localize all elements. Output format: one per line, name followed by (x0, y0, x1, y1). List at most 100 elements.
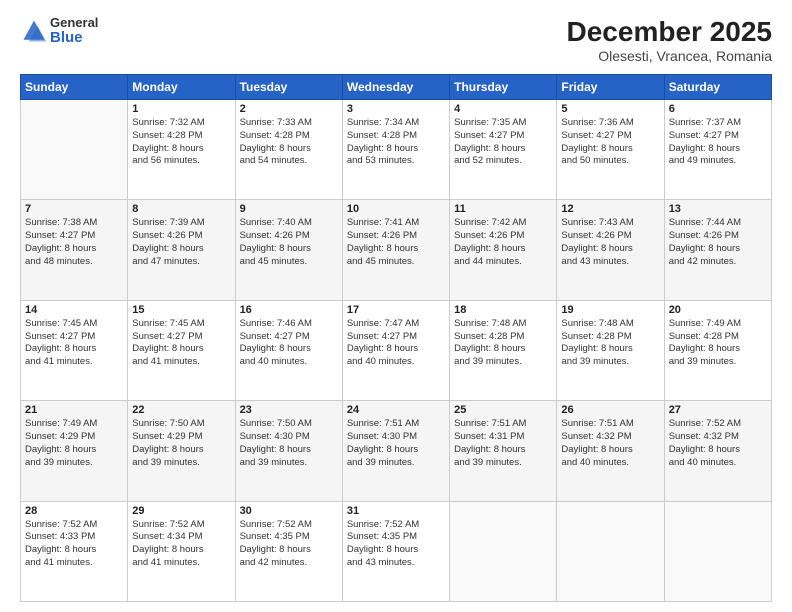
day-info: Sunrise: 7:50 AM Sunset: 4:30 PM Dayligh… (240, 418, 338, 469)
day-number: 10 (347, 203, 445, 215)
day-info: Sunrise: 7:44 AM Sunset: 4:26 PM Dayligh… (669, 217, 767, 268)
day-info: Sunrise: 7:51 AM Sunset: 4:30 PM Dayligh… (347, 418, 445, 469)
day-info: Sunrise: 7:52 AM Sunset: 4:33 PM Dayligh… (25, 519, 123, 570)
calendar-cell: 11 Sunrise: 7:42 AM Sunset: 4:26 PM Dayli… (450, 200, 557, 300)
day-number: 27 (669, 404, 767, 416)
day-number: 31 (347, 505, 445, 517)
day-info: Sunrise: 7:38 AM Sunset: 4:27 PM Dayligh… (25, 217, 123, 268)
calendar-week-row: 14 Sunrise: 7:45 AM Sunset: 4:27 PM Dayli… (21, 300, 772, 400)
day-number: 15 (132, 304, 230, 316)
calendar-cell: 22 Sunrise: 7:50 AM Sunset: 4:29 PM Dayli… (128, 401, 235, 501)
calendar-cell: 18 Sunrise: 7:48 AM Sunset: 4:28 PM Dayli… (450, 300, 557, 400)
day-number: 18 (454, 304, 552, 316)
day-number: 16 (240, 304, 338, 316)
calendar-cell: 14 Sunrise: 7:45 AM Sunset: 4:27 PM Dayli… (21, 300, 128, 400)
day-info: Sunrise: 7:50 AM Sunset: 4:29 PM Dayligh… (132, 418, 230, 469)
calendar-cell: 9Sunrise: 7:40 AM Sunset: 4:26 PM Daylig… (235, 200, 342, 300)
calendar-cell (450, 501, 557, 601)
calendar-cell: 30Sunrise: 7:52 AM Sunset: 4:35 PM Dayli… (235, 501, 342, 601)
calendar-cell: 16 Sunrise: 7:46 AM Sunset: 4:27 PM Dayli… (235, 300, 342, 400)
day-of-week-header: Sunday (21, 75, 128, 100)
calendar-cell: 28 Sunrise: 7:52 AM Sunset: 4:33 PM Dayli… (21, 501, 128, 601)
day-info: Sunrise: 7:45 AM Sunset: 4:27 PM Dayligh… (132, 318, 230, 369)
day-info: Sunrise: 7:52 AM Sunset: 4:35 PM Dayligh… (347, 519, 445, 570)
day-number: 20 (669, 304, 767, 316)
calendar-cell: 21 Sunrise: 7:49 AM Sunset: 4:29 PM Dayli… (21, 401, 128, 501)
day-number: 25 (454, 404, 552, 416)
day-of-week-header: Thursday (450, 75, 557, 100)
day-info: Sunrise: 7:45 AM Sunset: 4:27 PM Dayligh… (25, 318, 123, 369)
day-number: 11 (454, 203, 552, 215)
calendar-cell: 27 Sunrise: 7:52 AM Sunset: 4:32 PM Dayli… (664, 401, 771, 501)
calendar-header-row: SundayMondayTuesdayWednesdayThursdayFrid… (21, 75, 772, 100)
day-info: Sunrise: 7:34 AM Sunset: 4:28 PM Dayligh… (347, 117, 445, 168)
day-of-week-header: Monday (128, 75, 235, 100)
calendar-cell: 26Sunrise: 7:51 AM Sunset: 4:32 PM Dayli… (557, 401, 664, 501)
day-info: Sunrise: 7:48 AM Sunset: 4:28 PM Dayligh… (561, 318, 659, 369)
page: General Blue December 2025 Olesesti, Vra… (0, 0, 792, 612)
calendar-cell: 8Sunrise: 7:39 AM Sunset: 4:26 PM Daylig… (128, 200, 235, 300)
day-number: 14 (25, 304, 123, 316)
day-number: 24 (347, 404, 445, 416)
day-of-week-header: Wednesday (342, 75, 449, 100)
day-number: 7 (25, 203, 123, 215)
day-number: 2 (240, 103, 338, 115)
day-info: Sunrise: 7:49 AM Sunset: 4:29 PM Dayligh… (25, 418, 123, 469)
day-number: 9 (240, 203, 338, 215)
day-number: 28 (25, 505, 123, 517)
calendar-week-row: 21 Sunrise: 7:49 AM Sunset: 4:29 PM Dayli… (21, 401, 772, 501)
day-number: 21 (25, 404, 123, 416)
calendar-cell (664, 501, 771, 601)
day-number: 13 (669, 203, 767, 215)
day-info: Sunrise: 7:48 AM Sunset: 4:28 PM Dayligh… (454, 318, 552, 369)
calendar-cell: 1Sunrise: 7:32 AM Sunset: 4:28 PM Daylig… (128, 100, 235, 200)
day-info: Sunrise: 7:51 AM Sunset: 4:32 PM Dayligh… (561, 418, 659, 469)
day-info: Sunrise: 7:46 AM Sunset: 4:27 PM Dayligh… (240, 318, 338, 369)
day-number: 1 (132, 103, 230, 115)
day-number: 8 (132, 203, 230, 215)
calendar-cell: 20 Sunrise: 7:49 AM Sunset: 4:28 PM Dayli… (664, 300, 771, 400)
day-of-week-header: Saturday (664, 75, 771, 100)
title-month: December 2025 (567, 16, 772, 48)
day-number: 12 (561, 203, 659, 215)
day-info: Sunrise: 7:37 AM Sunset: 4:27 PM Dayligh… (669, 117, 767, 168)
calendar-cell: 29 Sunrise: 7:52 AM Sunset: 4:34 PM Dayli… (128, 501, 235, 601)
header: General Blue December 2025 Olesesti, Vra… (20, 16, 772, 64)
calendar-cell (557, 501, 664, 601)
day-info: Sunrise: 7:33 AM Sunset: 4:28 PM Dayligh… (240, 117, 338, 168)
day-number: 17 (347, 304, 445, 316)
calendar-cell: 3 Sunrise: 7:34 AM Sunset: 4:28 PM Daylig… (342, 100, 449, 200)
day-number: 22 (132, 404, 230, 416)
calendar-cell: 2 Sunrise: 7:33 AM Sunset: 4:28 PM Daylig… (235, 100, 342, 200)
day-number: 3 (347, 103, 445, 115)
day-of-week-header: Tuesday (235, 75, 342, 100)
day-number: 4 (454, 103, 552, 115)
day-info: Sunrise: 7:41 AM Sunset: 4:26 PM Dayligh… (347, 217, 445, 268)
day-info: Sunrise: 7:52 AM Sunset: 4:34 PM Dayligh… (132, 519, 230, 570)
calendar-cell: 23Sunrise: 7:50 AM Sunset: 4:30 PM Dayli… (235, 401, 342, 501)
calendar-cell: 25Sunrise: 7:51 AM Sunset: 4:31 PM Dayli… (450, 401, 557, 501)
logo: General Blue (20, 16, 98, 47)
calendar-cell: 4 Sunrise: 7:35 AM Sunset: 4:27 PM Daylig… (450, 100, 557, 200)
day-number: 5 (561, 103, 659, 115)
calendar-cell: 13 Sunrise: 7:44 AM Sunset: 4:26 PM Dayli… (664, 200, 771, 300)
day-info: Sunrise: 7:36 AM Sunset: 4:27 PM Dayligh… (561, 117, 659, 168)
day-info: Sunrise: 7:52 AM Sunset: 4:32 PM Dayligh… (669, 418, 767, 469)
day-info: Sunrise: 7:49 AM Sunset: 4:28 PM Dayligh… (669, 318, 767, 369)
logo-text: General Blue (50, 16, 98, 47)
day-info: Sunrise: 7:35 AM Sunset: 4:27 PM Dayligh… (454, 117, 552, 168)
logo-general-text: General (50, 16, 98, 30)
day-info: Sunrise: 7:52 AM Sunset: 4:35 PM Dayligh… (240, 519, 338, 570)
calendar-cell: 24 Sunrise: 7:51 AM Sunset: 4:30 PM Dayli… (342, 401, 449, 501)
calendar-cell: 17Sunrise: 7:47 AM Sunset: 4:27 PM Dayli… (342, 300, 449, 400)
day-info: Sunrise: 7:42 AM Sunset: 4:26 PM Dayligh… (454, 217, 552, 268)
calendar-cell: 19Sunrise: 7:48 AM Sunset: 4:28 PM Dayli… (557, 300, 664, 400)
calendar-cell: 12Sunrise: 7:43 AM Sunset: 4:26 PM Dayli… (557, 200, 664, 300)
logo-blue-text: Blue (50, 30, 98, 47)
calendar-table: SundayMondayTuesdayWednesdayThursdayFrid… (20, 74, 772, 602)
day-of-week-header: Friday (557, 75, 664, 100)
calendar-week-row: 1Sunrise: 7:32 AM Sunset: 4:28 PM Daylig… (21, 100, 772, 200)
calendar-cell: 7 Sunrise: 7:38 AM Sunset: 4:27 PM Daylig… (21, 200, 128, 300)
logo-icon (20, 17, 48, 45)
day-number: 29 (132, 505, 230, 517)
